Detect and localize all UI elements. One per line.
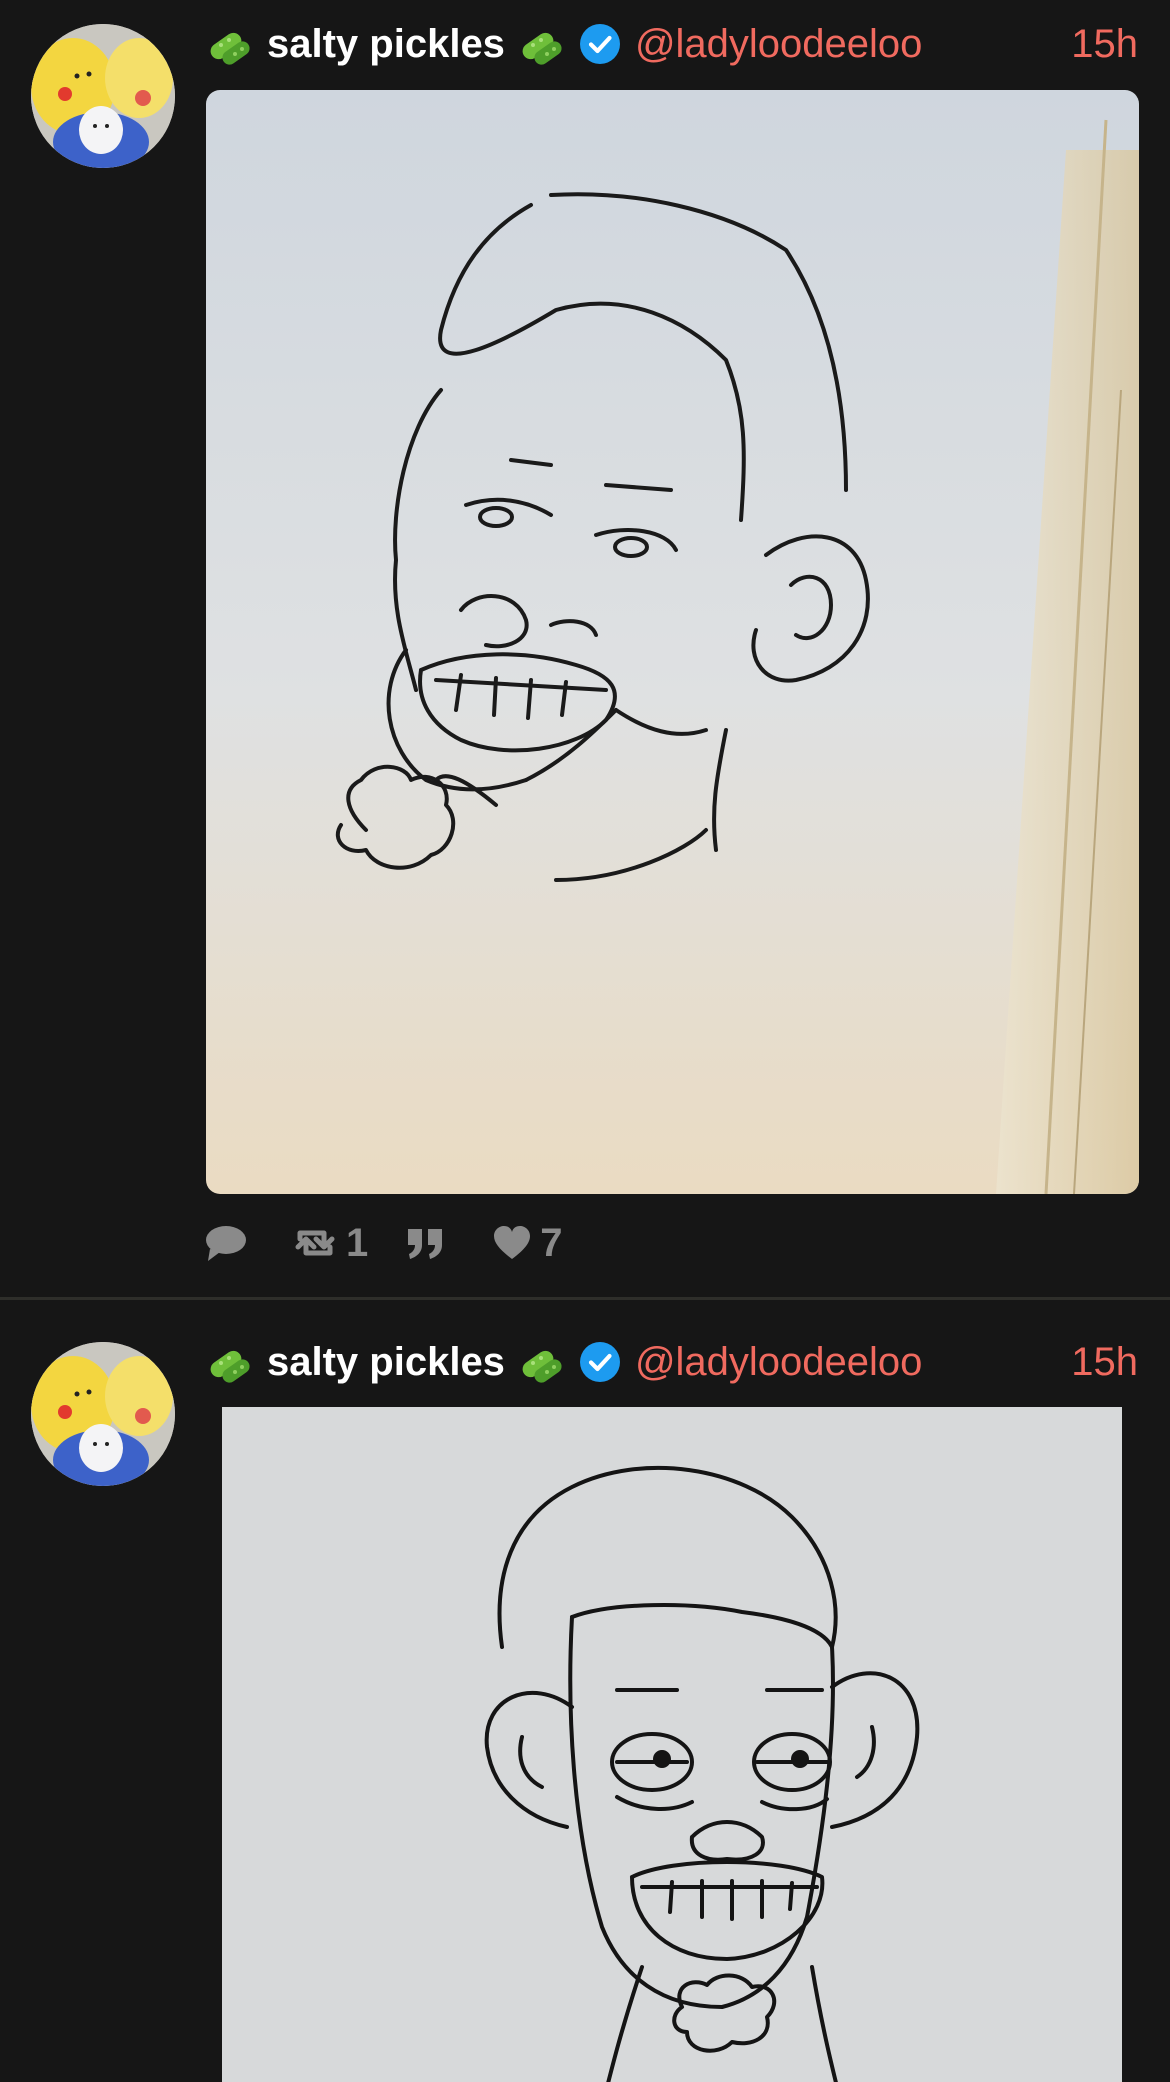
pickle-emoji — [205, 18, 257, 70]
display-name[interactable]: salty pickles — [267, 22, 505, 67]
reply-icon — [206, 1226, 246, 1261]
quote-button[interactable] — [404, 1223, 456, 1263]
boost-count: 1 — [346, 1220, 369, 1265]
heart-icon — [494, 1226, 531, 1259]
pickle-emoji — [517, 1336, 569, 1388]
verified-badge-icon — [579, 23, 621, 65]
post-actions: 1 7 — [204, 1218, 599, 1268]
post-image[interactable] — [222, 1407, 1122, 2082]
avatar[interactable] — [31, 24, 175, 168]
pickle-emoji — [205, 1336, 257, 1388]
post-image[interactable] — [206, 90, 1139, 1194]
pickle-emoji — [517, 18, 569, 70]
timestamp[interactable]: 15h — [1071, 1340, 1138, 1385]
like-count: 7 — [540, 1220, 563, 1265]
post[interactable]: salty pickles @ladyloodeeloo 15h — [0, 1300, 1170, 2082]
display-name[interactable]: salty pickles — [267, 1340, 505, 1385]
like-button[interactable]: 7 — [492, 1220, 563, 1266]
boost-button[interactable]: 1 — [292, 1221, 368, 1266]
handle[interactable]: @ladyloodeeloo — [635, 1340, 922, 1385]
handle[interactable]: @ladyloodeeloo — [635, 22, 922, 67]
quote-icon — [408, 1229, 443, 1259]
verified-badge-icon — [579, 1341, 621, 1383]
post-header: salty pickles @ladyloodeeloo 15h — [205, 16, 1138, 72]
boost-icon — [295, 1230, 335, 1256]
post[interactable]: salty pickles @ladyloodeeloo 15h — [0, 0, 1170, 1298]
timestamp[interactable]: 15h — [1071, 22, 1138, 67]
avatar[interactable] — [31, 1342, 175, 1486]
post-header: salty pickles @ladyloodeeloo 15h — [205, 1334, 1138, 1390]
reply-button[interactable] — [204, 1223, 256, 1263]
